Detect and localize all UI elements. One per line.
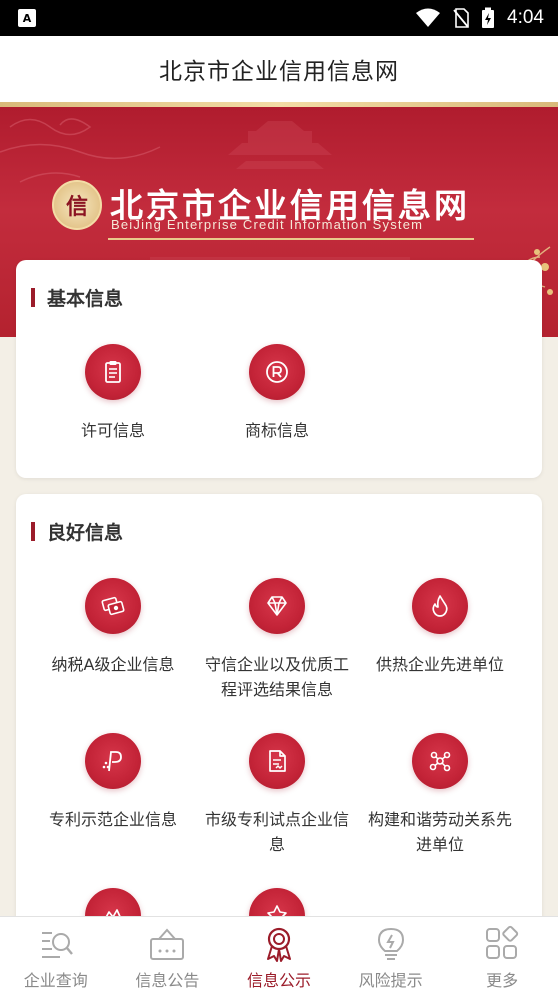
section-title: 良好信息 (47, 522, 124, 544)
grid-item-label: 市级专利试点企业信息 (204, 810, 349, 854)
nav-label: 更多 (486, 971, 519, 990)
wifi-icon (416, 8, 441, 27)
trademark-icon (249, 344, 305, 400)
nav-item-risk-alert[interactable]: 风险提示 (335, 917, 447, 992)
patent-icon (85, 733, 141, 789)
grid-item-license-info[interactable]: 许可信息 (31, 344, 195, 443)
grid-item-label: 许可信息 (80, 421, 145, 440)
nav-item-info-bulletin[interactable]: 信息公告 (112, 917, 224, 992)
flame-icon (412, 578, 468, 634)
banner-seal-logo: 信 (52, 180, 102, 230)
no-sim-icon (453, 8, 469, 28)
banner-underline (108, 238, 474, 240)
status-bar: A 4:04 (0, 0, 558, 36)
notification-icon: A (18, 9, 36, 27)
grid-item-label: 商标信息 (244, 421, 309, 440)
clipboard-icon (85, 344, 141, 400)
basic-info-card: 基本信息 许可信息 商标信息 (16, 260, 542, 478)
grid-item-patent-demo[interactable]: 专利示范企业信息 (31, 733, 195, 832)
grid-icon (486, 925, 519, 959)
grid-item-label: 守信企业以及优质工程评选结果信息 (204, 655, 349, 699)
good-info-card: 良好信息 纳税A级企业信息 守信企业以及优质工程评选结果信息 供热企业先进单位 … (16, 494, 542, 934)
banner-subtitle: BeiJing Enterprise Credit Information Sy… (111, 217, 424, 232)
grid-item-trademark-info[interactable]: 商标信息 (195, 344, 359, 443)
status-time: 4:04 (507, 7, 544, 28)
nav-label: 信息公示 (246, 971, 311, 990)
grid-item-tax-a-grade[interactable]: 纳税A级企业信息 (31, 578, 195, 677)
section-title: 基本信息 (47, 288, 124, 310)
page-title: 北京市企业信用信息网 (159, 59, 399, 85)
grid-item-trustworthy-enterprise[interactable]: 守信企业以及优质工程评选结果信息 (195, 578, 359, 702)
nav-item-more[interactable]: 更多 (446, 917, 558, 992)
grid-item-label: 专利示范企业信息 (48, 810, 177, 829)
basic-info-header: 基本信息 (31, 284, 123, 311)
grid-item-label: 供热企业先进单位 (375, 655, 504, 674)
tax-icon (85, 578, 141, 634)
nav-item-info-disclosure[interactable]: 信息公示 (223, 917, 335, 992)
good-info-header: 良好信息 (31, 518, 123, 545)
bottom-nav: 企业查询 信息公告 信息公示 风险提示 更多 (0, 916, 558, 992)
section-marker (31, 288, 35, 307)
search-icon (41, 932, 73, 958)
nav-item-enterprise-search[interactable]: 企业查询 (0, 917, 112, 992)
grid-item-harmonious-labor[interactable]: 构建和谐劳动关系先进单位 (358, 733, 522, 857)
lightbulb-icon (377, 927, 404, 960)
network-icon (412, 733, 468, 789)
diamond-icon (249, 578, 305, 634)
nav-label: 信息公告 (135, 971, 200, 990)
battery-charging-icon (482, 7, 495, 28)
ribbon-icon (266, 927, 291, 962)
bulletin-icon (150, 928, 185, 960)
grid-item-patent-pilot[interactable]: 市级专利试点企业信息 (195, 733, 359, 857)
grid-item-heating-enterprise[interactable]: 供热企业先进单位 (358, 578, 522, 677)
grid-item-label: 纳税A级企业信息 (51, 655, 175, 674)
app-header: 北京市企业信用信息网 (0, 36, 558, 102)
section-marker (31, 522, 35, 541)
document-icon (249, 733, 305, 789)
grid-item-label: 构建和谐劳动关系先进单位 (367, 810, 512, 854)
nav-label: 企业查询 (23, 971, 88, 990)
nav-label: 风险提示 (358, 971, 423, 990)
